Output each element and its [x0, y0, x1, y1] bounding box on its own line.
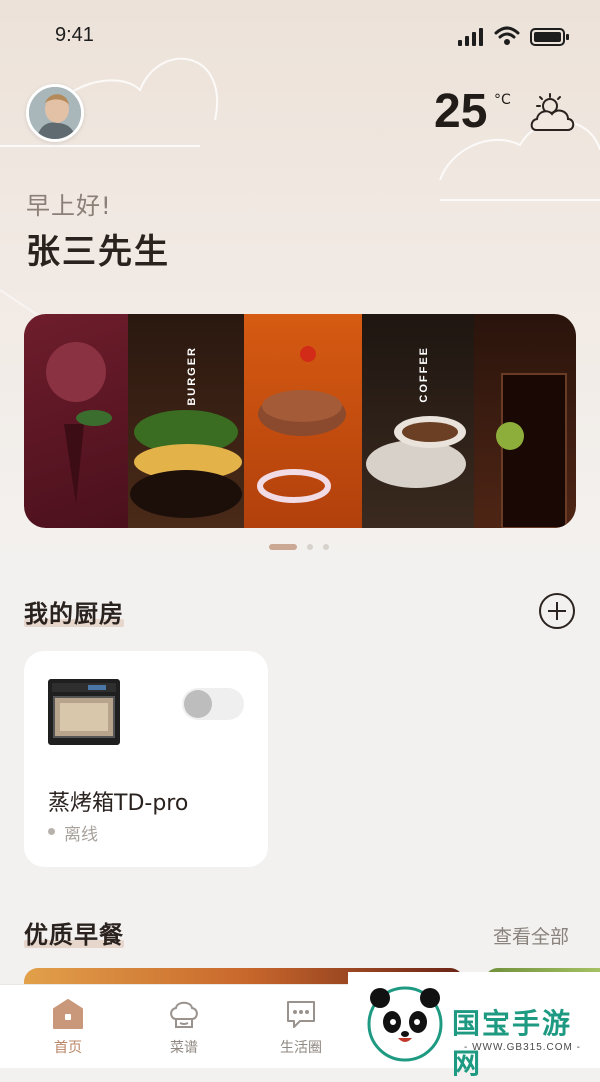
watermark-url: - WWW.GB315.COM - [464, 1042, 581, 1053]
avatar-image [29, 87, 81, 139]
watermark-overlay: 国宝手游网 - WWW.GB315.COM - [348, 972, 600, 1080]
banner-panel-steak[interactable] [244, 314, 362, 528]
banner-label-coffee: COFFEE [418, 346, 430, 403]
device-card[interactable]: 蒸烤箱TD-pro 离线 [24, 651, 268, 867]
signal-icon [458, 28, 483, 46]
breakfast-title: 优质早餐 [24, 915, 124, 950]
view-all-link[interactable]: 查看全部 [493, 922, 569, 949]
panda-logo [367, 986, 443, 1062]
status-time: 9:41 [55, 24, 94, 46]
greeting-text: 早上好! [26, 192, 112, 220]
tab-home[interactable]: 首页 [28, 997, 108, 1057]
cola-illustration [496, 373, 567, 528]
toggle-knob [184, 690, 212, 718]
device-power-toggle[interactable] [182, 688, 244, 720]
my-kitchen-title: 我的厨房 [24, 594, 124, 629]
battery-icon [530, 28, 569, 46]
steak-illustration [257, 346, 346, 503]
wifi-icon [494, 26, 520, 45]
banner-panel-cola[interactable] [474, 314, 576, 528]
offline-status-dot [48, 828, 55, 835]
temperature-value: 25 [434, 85, 488, 138]
promo-banner[interactable]: BURGER COFFEE [24, 314, 576, 528]
device-status: 离线 [64, 825, 98, 845]
banner-panel-ice-cream[interactable] [24, 314, 128, 528]
chat-bubble-icon [287, 1001, 315, 1028]
banner-panel-burger[interactable]: BURGER [128, 314, 244, 528]
tab-label: 生活圈 [280, 1040, 322, 1056]
tab-label: 菜谱 [170, 1040, 198, 1056]
tab-life-circle[interactable]: 生活圈 [261, 997, 341, 1057]
device-name: 蒸烤箱TD-pro [48, 791, 189, 816]
partly-cloudy-icon [530, 93, 575, 131]
chef-hat-icon [170, 1001, 198, 1028]
home-icon [53, 999, 83, 1029]
pagination-dot[interactable] [323, 544, 329, 550]
avatar[interactable] [26, 84, 84, 142]
user-name: 张三先生 [26, 232, 170, 272]
banner-label-burger: BURGER [186, 346, 198, 406]
tab-recipes[interactable]: 菜谱 [144, 997, 224, 1057]
status-icons [444, 26, 574, 48]
temperature-display: 25 °C [434, 84, 511, 139]
tab-label: 首页 [54, 1040, 82, 1056]
pagination-dot-active[interactable] [269, 544, 297, 550]
oven-icon [48, 679, 120, 745]
banner-pagination [269, 544, 329, 550]
pagination-dot[interactable] [307, 544, 313, 550]
banner-panel-coffee[interactable]: COFFEE [362, 314, 474, 528]
temperature-unit: °C [494, 92, 511, 108]
ice-cream-illustration [46, 342, 112, 504]
plus-circle-icon[interactable] [539, 593, 575, 629]
